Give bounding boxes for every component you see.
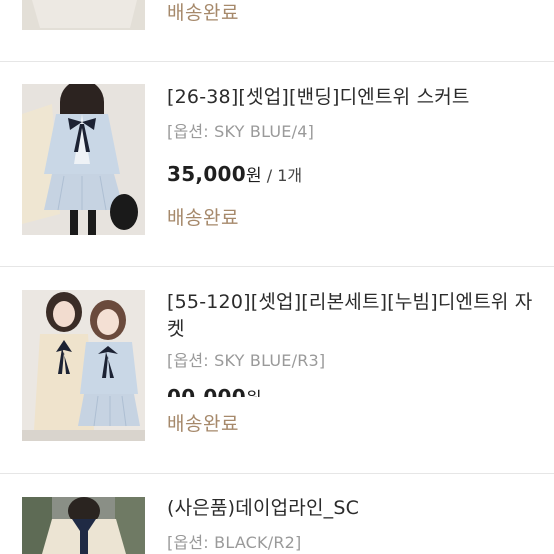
product-image xyxy=(22,497,145,554)
price-currency: 원 xyxy=(245,166,262,186)
price-clip: 00,000원 xyxy=(167,386,417,397)
product-thumbnail[interactable] xyxy=(22,0,145,30)
price: 00,000원 xyxy=(167,386,262,397)
price: 35,000원 / 1개 xyxy=(167,161,302,186)
product-thumbnail[interactable] xyxy=(22,84,145,235)
product-option: [옵션: BLACK/R2] xyxy=(167,533,302,552)
delivery-status: 배송완료 xyxy=(167,413,239,435)
product-thumbnail[interactable] xyxy=(22,290,145,441)
divider xyxy=(0,473,554,474)
price-currency: 원 xyxy=(246,389,262,397)
product-image xyxy=(22,0,145,30)
product-thumbnail[interactable] xyxy=(22,497,145,554)
product-title[interactable]: [26-38][셋업][밴딩]디엔트위 스커트 xyxy=(167,84,537,111)
price-amount: 00,000 xyxy=(167,386,246,397)
product-image xyxy=(22,84,145,235)
product-title[interactable]: (사은품)데이업라인_SC xyxy=(167,495,537,522)
delivery-status: 배송완료 xyxy=(167,207,239,229)
product-option: [옵션: SKY BLUE/4] xyxy=(167,122,315,141)
divider xyxy=(0,266,554,267)
product-image xyxy=(22,290,145,441)
divider xyxy=(0,61,554,62)
product-title[interactable]: [55-120][셋업][리본세트][누빔]디엔트위 자켓 xyxy=(167,289,537,343)
price-amount: 35,000 xyxy=(167,162,246,186)
quantity: / 1개 xyxy=(261,166,303,185)
delivery-status: 배송완료 xyxy=(167,2,239,24)
product-option: [옵션: SKY BLUE/R3] xyxy=(167,351,326,370)
